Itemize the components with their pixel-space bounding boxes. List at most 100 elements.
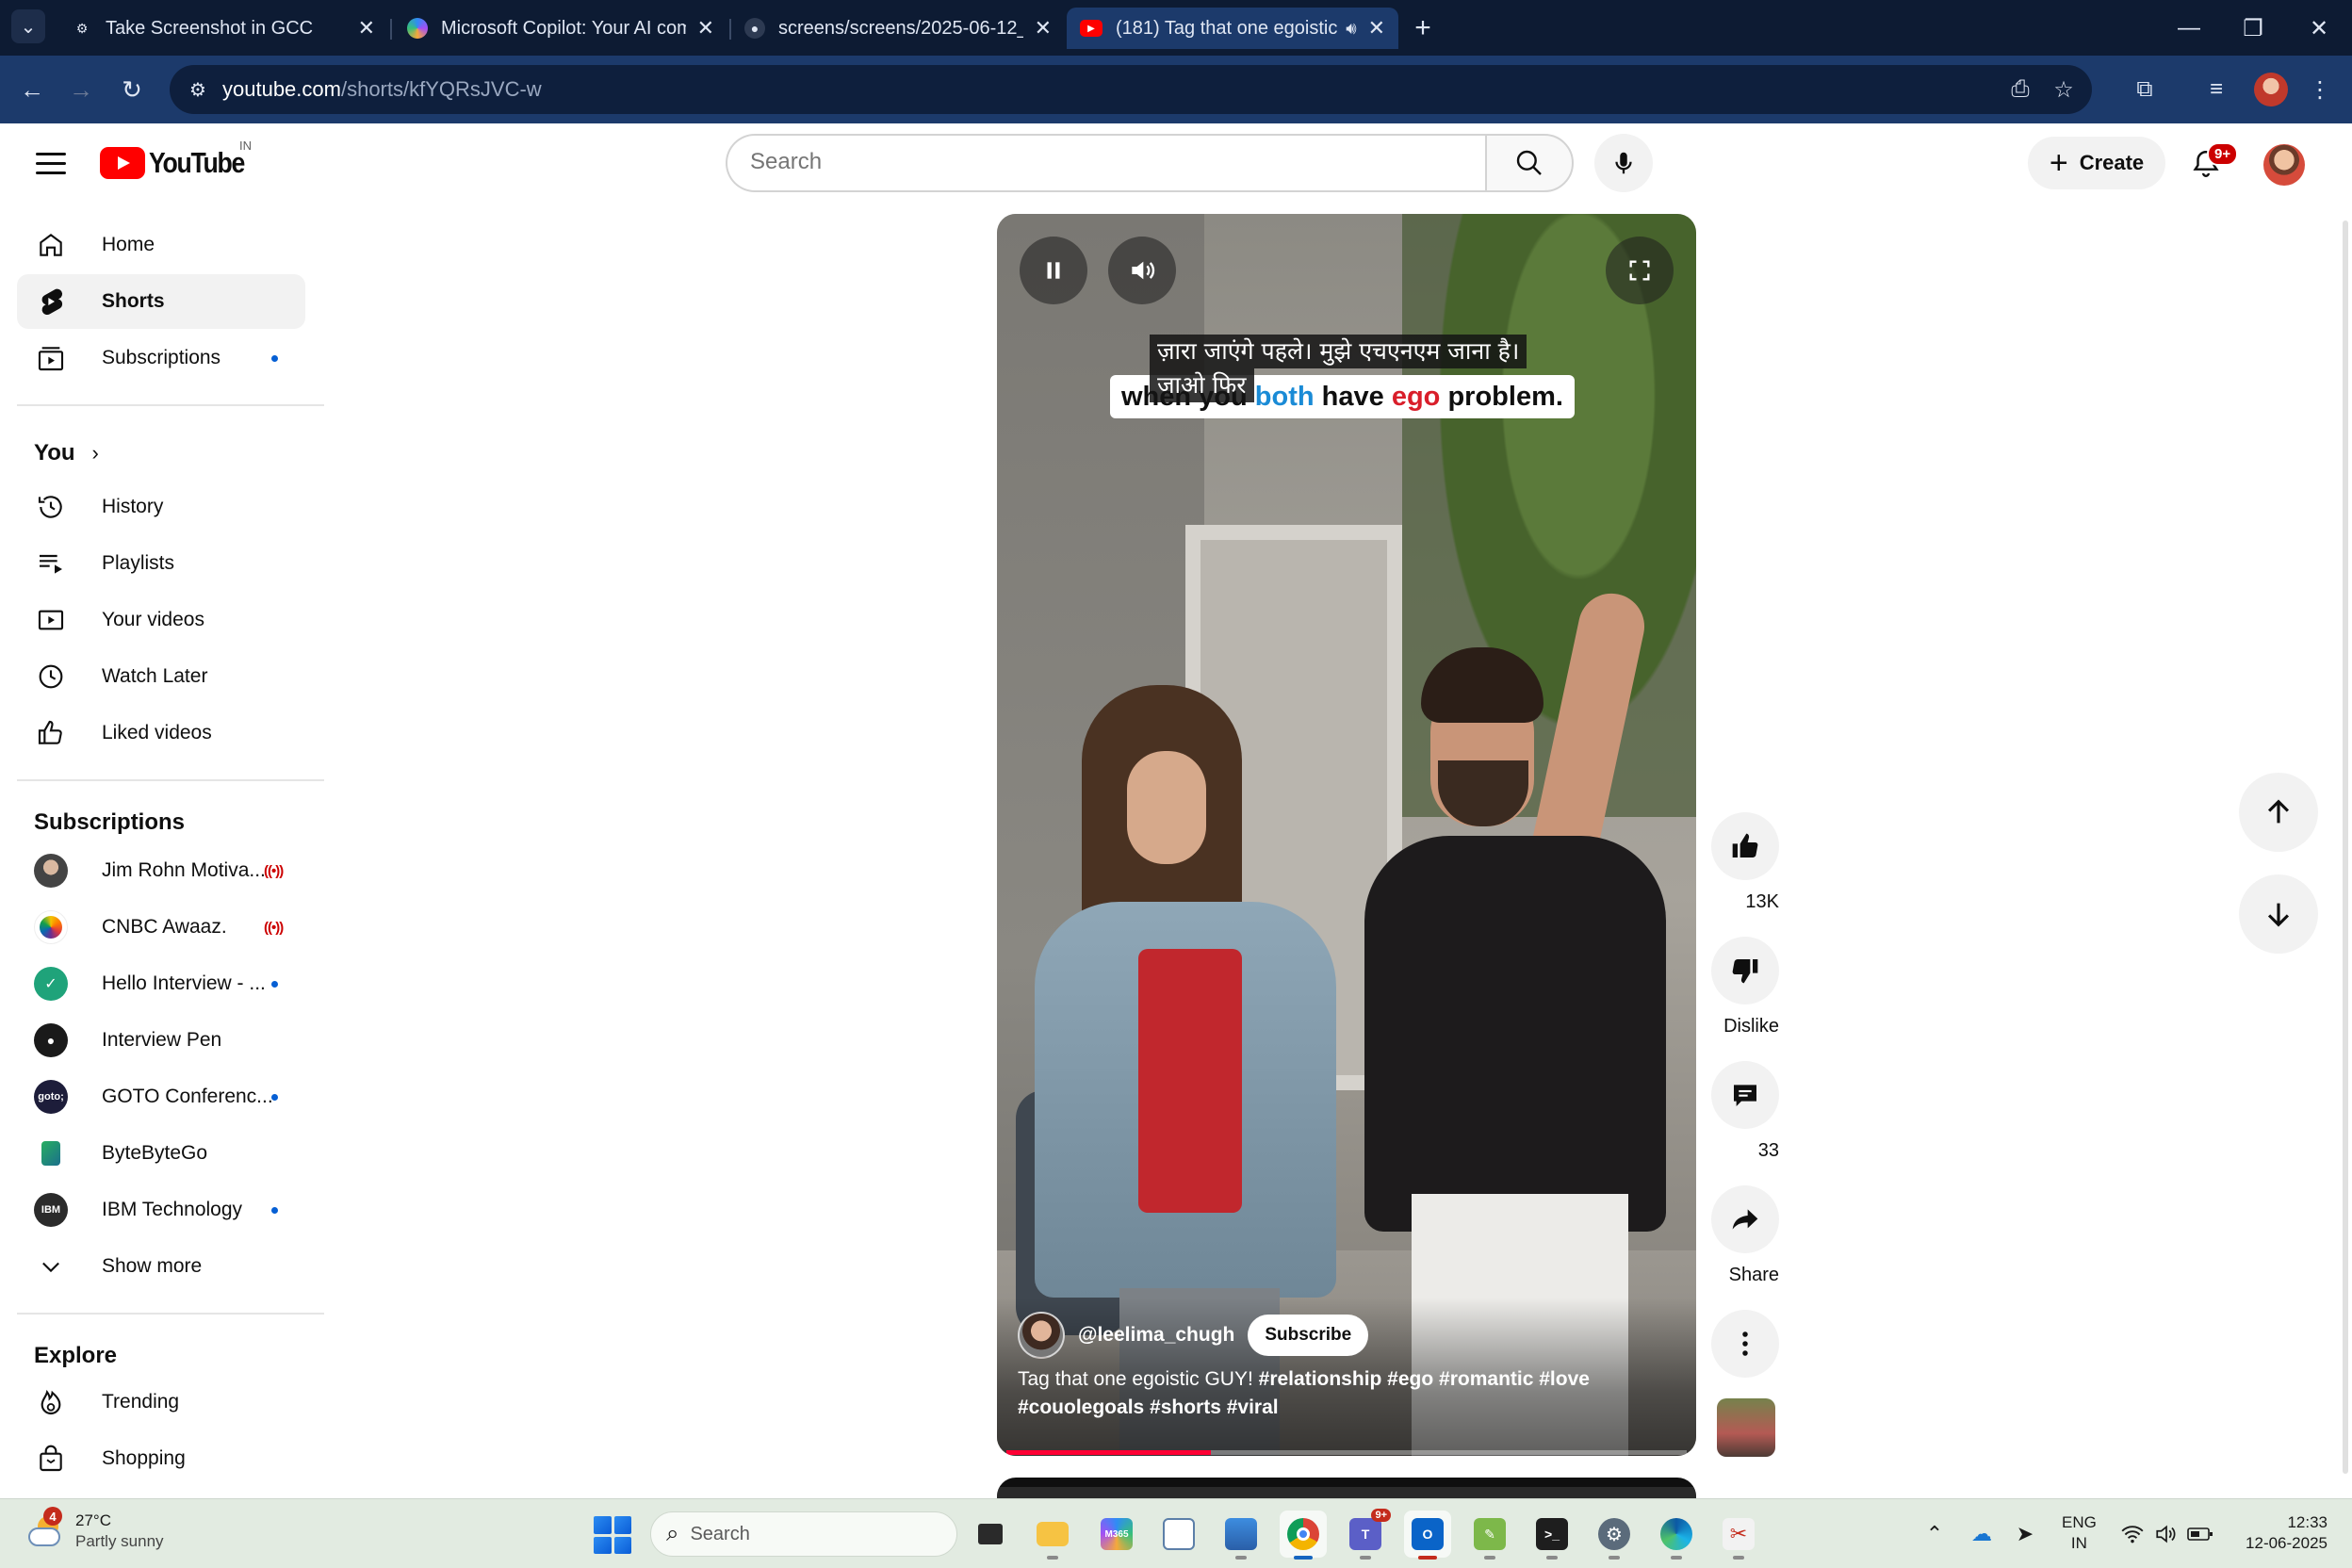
sidebar-item-playlists[interactable]: Playlists <box>17 536 305 591</box>
sidebar-subscription-goto-conferences[interactable]: goto; GOTO Conferenc... <box>17 1070 305 1124</box>
channel-handle[interactable]: @leelima_chugh <box>1078 1324 1234 1347</box>
dislike-button[interactable] <box>1711 937 1779 1004</box>
weather-widget[interactable]: 4 27°C Partly sunny <box>24 1507 164 1552</box>
taskbar-microsoft-365[interactable]: M365 <box>1093 1511 1140 1558</box>
next-short-button[interactable] <box>2239 874 2318 954</box>
search-button[interactable] <box>1485 134 1574 192</box>
taskbar-file-explorer[interactable] <box>1029 1511 1076 1560</box>
share-button[interactable] <box>1711 1185 1779 1253</box>
speaker-icon[interactable] <box>2150 1518 2182 1550</box>
channel-avatar[interactable] <box>1018 1312 1065 1359</box>
account-avatar[interactable] <box>2263 144 2305 186</box>
like-button[interactable] <box>1711 812 1779 880</box>
browser-menu-icon[interactable]: ⋮ <box>2299 69 2341 110</box>
taskbar-outlook[interactable]: O <box>1404 1511 1451 1560</box>
previous-short-button[interactable] <box>2239 773 2318 852</box>
location-icon[interactable]: ➤ <box>2009 1518 2041 1550</box>
browser-tab[interactable]: Microsoft Copilot: Your AI comp ✕ <box>394 8 727 49</box>
battery-icon[interactable] <box>2184 1518 2216 1550</box>
plus-icon: + <box>2049 144 2068 181</box>
taskbar-edge[interactable] <box>1653 1511 1700 1560</box>
sidebar-item-your-videos[interactable]: Your videos <box>17 593 305 647</box>
new-tab-button[interactable]: + <box>1404 9 1442 47</box>
browser-tab[interactable]: ⚙ Take Screenshot in GCC ✕ <box>58 8 388 49</box>
taskbar-search[interactable]: ⌕ Search <box>650 1511 957 1557</box>
sidebar-item-subscriptions[interactable]: Subscriptions <box>17 331 305 385</box>
taskbar-snipping-tool[interactable]: ✂ <box>1715 1511 1762 1560</box>
sidebar-show-more[interactable]: Show more <box>17 1239 305 1294</box>
taskbar-chrome[interactable] <box>1280 1511 1327 1560</box>
show-hidden-icons-button[interactable]: ⌃ <box>1919 1518 1951 1550</box>
taskbar-settings[interactable]: ⚙ <box>1591 1511 1638 1560</box>
media-controls-icon[interactable]: ≡ <box>2196 69 2237 110</box>
close-tab-icon[interactable]: ✕ <box>1368 16 1385 41</box>
forward-button[interactable]: → <box>60 69 102 110</box>
volume-button[interactable] <box>1108 237 1176 304</box>
sidebar-subscription-interview-pen[interactable]: ● Interview Pen <box>17 1013 305 1068</box>
fullscreen-icon <box>1629 260 1650 281</box>
browser-profile-avatar[interactable] <box>2254 73 2288 106</box>
browser-tab[interactable]: ● screens/screens/2025-06-12_09 ✕ <box>731 8 1065 49</box>
close-tab-icon[interactable]: ✕ <box>1035 16 1052 41</box>
minimize-window-button[interactable]: — <box>2165 8 2213 49</box>
shorts-video-player[interactable]: ज़ारा जाएंगे पहले। मुझे एचएनएम जाना है। … <box>997 214 1696 1456</box>
browser-tab-active[interactable]: ▶ (181) Tag that one egoistic 🔊︎ ✕ <box>1067 8 1398 49</box>
short-description[interactable]: Tag that one egoistic GUY! #relationship… <box>1018 1365 1621 1422</box>
video-progress-bar[interactable] <box>1006 1450 1687 1455</box>
address-bar[interactable]: ⚙ youtube.com/shorts/kfYQRsJVC-w ⎙ ☆ <box>170 65 2092 114</box>
onedrive-icon[interactable]: ☁ <box>1966 1518 1998 1550</box>
taskbar-photos[interactable] <box>1217 1511 1265 1560</box>
description-hashtags[interactable]: #relationship #ego #romantic #love <box>1259 1368 1590 1390</box>
site-info-icon[interactable]: ⚙ <box>185 76 211 103</box>
taskbar-teams[interactable]: T 9+ <box>1342 1509 1391 1560</box>
close-window-button[interactable]: ✕ <box>2295 8 2343 49</box>
sidebar-item-trending[interactable]: Trending <box>17 1375 305 1429</box>
search-input[interactable] <box>750 149 1447 175</box>
page-scrollbar-thumb[interactable] <box>2343 220 2348 1474</box>
sound-pivot-thumbnail[interactable] <box>1717 1398 1775 1457</box>
fullscreen-button[interactable] <box>1606 237 1674 304</box>
tab-audio-icon[interactable]: 🔊︎ <box>1346 19 1356 39</box>
sidebar-item-shorts[interactable]: Shorts <box>17 274 305 329</box>
sidebar-subscription-cnbc-awaaz[interactable]: CNBC Awaaz. ((•)) <box>17 900 305 955</box>
pause-button[interactable] <box>1020 237 1087 304</box>
bookmark-star-icon[interactable]: ☆ <box>2047 73 2081 106</box>
taskbar-window-app[interactable] <box>1155 1511 1202 1558</box>
guide-menu-icon[interactable] <box>28 144 74 182</box>
sidebar-item-home[interactable]: Home <box>17 218 305 272</box>
sidebar-subscription-jim-rohn[interactable]: Jim Rohn Motiva... ((•)) <box>17 843 305 898</box>
input-language-indicator[interactable]: ENG IN <box>2062 1512 2097 1554</box>
address-url[interactable]: youtube.com/shorts/kfYQRsJVC-w <box>222 77 542 102</box>
sidebar-divider <box>17 404 324 406</box>
sidebar-item-shopping[interactable]: Shopping <box>17 1431 305 1486</box>
sidebar-item-watch-later[interactable]: Watch Later <box>17 649 305 704</box>
subscribe-button[interactable]: Subscribe <box>1248 1315 1369 1356</box>
system-clock[interactable]: 12:33 12-06-2025 <box>2233 1512 2328 1554</box>
sidebar-item-liked-videos[interactable]: Liked videos <box>17 706 305 760</box>
search-box[interactable] <box>726 134 1485 192</box>
sidebar-item-history[interactable]: History <box>17 480 305 534</box>
install-app-icon[interactable]: ⎙ <box>2003 73 2037 106</box>
sidebar-subscription-bytebytego[interactable]: ByteByteGo <box>17 1126 305 1181</box>
sidebar-you-heading[interactable]: You › <box>34 440 99 466</box>
extensions-icon[interactable]: ⧉ <box>2124 69 2165 110</box>
sidebar-subscription-ibm-technology[interactable]: IBM IBM Technology <box>17 1183 305 1237</box>
taskbar-notepad-plus[interactable]: ✎ <box>1466 1511 1513 1560</box>
wifi-icon[interactable] <box>2116 1518 2148 1550</box>
tab-search-menu-button[interactable]: ⌄ <box>11 9 45 43</box>
more-options-button[interactable] <box>1711 1310 1779 1378</box>
windows-start-button[interactable] <box>594 1516 631 1554</box>
reload-button[interactable]: ↻ <box>111 69 153 110</box>
voice-search-button[interactable] <box>1594 134 1653 192</box>
back-button[interactable]: ← <box>11 69 53 110</box>
close-tab-icon[interactable]: ✕ <box>697 16 714 41</box>
sidebar-subscription-hello-interview[interactable]: ✓ Hello Interview - ... <box>17 956 305 1011</box>
description-hashtags[interactable]: #couolegoals #shorts #viral <box>1018 1396 1279 1418</box>
create-button[interactable]: + Create <box>2028 137 2165 189</box>
close-tab-icon[interactable]: ✕ <box>358 16 375 41</box>
task-view-button[interactable] <box>967 1511 1014 1558</box>
taskbar-terminal[interactable]: >_ <box>1528 1511 1576 1560</box>
youtube-logo[interactable]: YouTube IN <box>100 139 260 180</box>
comments-button[interactable] <box>1711 1061 1779 1129</box>
restore-window-button[interactable]: ❐ <box>2230 8 2277 49</box>
